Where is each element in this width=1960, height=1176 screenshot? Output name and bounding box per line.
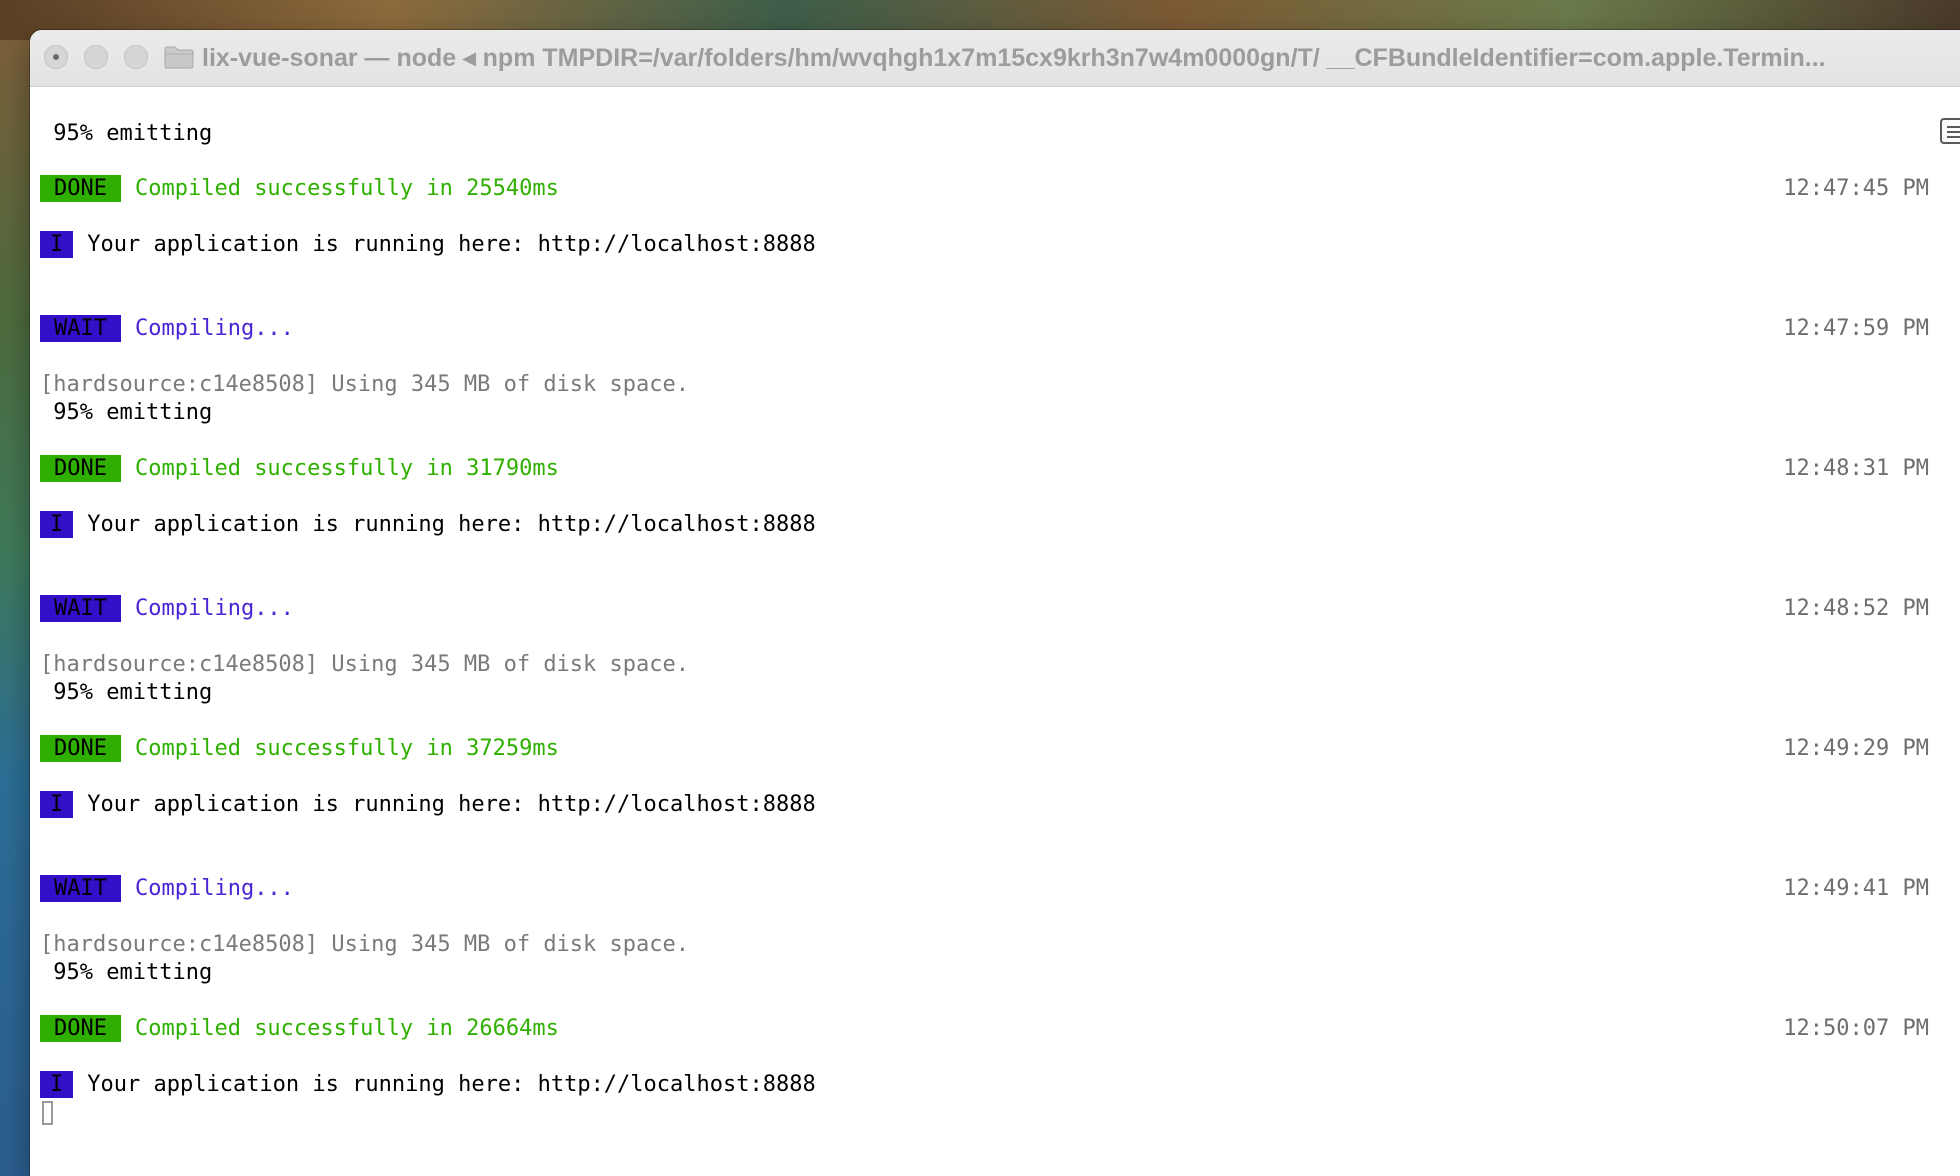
- terminal-output[interactable]: 95% emitting DONE Compiled successfully i…: [30, 87, 1930, 1176]
- info-message: Your application is running here: http:/…: [87, 1072, 816, 1097]
- done-badge: DONE: [40, 1015, 121, 1042]
- log-line-emitting: 95% emitting: [53, 121, 213, 146]
- log-line-info: I Your application is running here: http:…: [40, 511, 816, 539]
- log-line-done: DONE Compiled successfully in 37259ms 12:4…: [40, 735, 1930, 763]
- log-line-wait: WAIT Compiling... 12:47:59 PM: [40, 315, 1930, 343]
- log-line-emitting: 95% emitting: [53, 400, 213, 425]
- log-line-info: I Your application is running here: http:…: [40, 1071, 816, 1099]
- log-line-hardsource: [hardsource:c14e8508] Using 345 MB of di…: [40, 372, 690, 397]
- log-line-hardsource: [hardsource:c14e8508] Using 345 MB of di…: [40, 652, 690, 677]
- window-title: lix-vue-sonar — node ◂ npm TMPDIR=/var/f…: [202, 44, 1826, 72]
- log-line-info: I Your application is running here: http:…: [40, 231, 816, 259]
- title-bar[interactable]: lix-vue-sonar — node ◂ npm TMPDIR=/var/f…: [30, 30, 1960, 87]
- done-badge: DONE: [40, 735, 121, 762]
- info-message: Your application is running here: http:/…: [87, 232, 816, 257]
- wait-badge: WAIT: [40, 315, 121, 342]
- log-line-wait: WAIT Compiling... 12:48:52 PM: [40, 595, 1930, 623]
- log-line-wait: WAIT Compiling... 12:49:41 PM: [40, 875, 1930, 903]
- info-badge: I: [40, 231, 74, 258]
- done-badge: DONE: [40, 175, 121, 202]
- wait-message: Compiling...: [134, 876, 294, 901]
- text-cursor: [42, 1101, 53, 1125]
- wait-message: Compiling...: [134, 316, 294, 341]
- log-line-info: I Your application is running here: http:…: [40, 791, 816, 819]
- log-line-emitting: 95% emitting: [53, 960, 213, 985]
- log-line-done: DONE Compiled successfully in 31790ms 12:4…: [40, 455, 1930, 483]
- wait-badge: WAIT: [40, 595, 121, 622]
- timestamp: 12:48:52 PM: [1783, 596, 1929, 621]
- info-badge: I: [40, 1071, 74, 1098]
- timestamp: 12:47:59 PM: [1783, 316, 1929, 341]
- wait-badge: WAIT: [40, 875, 121, 902]
- info-badge: I: [40, 791, 74, 818]
- done-message: Compiled successfully in 25540ms: [134, 176, 559, 201]
- log-line-done: DONE Compiled successfully in 25540ms 12:4…: [40, 175, 1930, 203]
- desktop-wallpaper-left: [0, 40, 32, 1176]
- timestamp: 12:50:07 PM: [1783, 1016, 1929, 1041]
- terminal-window: lix-vue-sonar — node ◂ npm TMPDIR=/var/f…: [30, 30, 1960, 1176]
- folder-icon: [164, 46, 194, 69]
- done-message: Compiled successfully in 37259ms: [134, 736, 559, 761]
- timestamp: 12:47:45 PM: [1783, 176, 1929, 201]
- done-message: Compiled successfully in 26664ms: [134, 1016, 559, 1041]
- log-line-hardsource: [hardsource:c14e8508] Using 345 MB of di…: [40, 932, 690, 957]
- minimize-icon[interactable]: [84, 45, 108, 69]
- timestamp: 12:49:29 PM: [1783, 736, 1929, 761]
- info-message: Your application is running here: http:/…: [87, 512, 816, 537]
- done-badge: DONE: [40, 455, 121, 482]
- scroll-marker-icon[interactable]: [1940, 118, 1960, 144]
- timestamp: 12:48:31 PM: [1783, 456, 1929, 481]
- info-message: Your application is running here: http:/…: [87, 792, 816, 817]
- zoom-icon[interactable]: [124, 45, 148, 69]
- timestamp: 12:49:41 PM: [1783, 876, 1929, 901]
- log-line-done: DONE Compiled successfully in 26664ms 12:5…: [40, 1015, 1930, 1043]
- close-icon[interactable]: [44, 45, 68, 69]
- info-badge: I: [40, 511, 74, 538]
- done-message: Compiled successfully in 31790ms: [134, 456, 559, 481]
- log-line-emitting: 95% emitting: [53, 680, 213, 705]
- wait-message: Compiling...: [134, 596, 294, 621]
